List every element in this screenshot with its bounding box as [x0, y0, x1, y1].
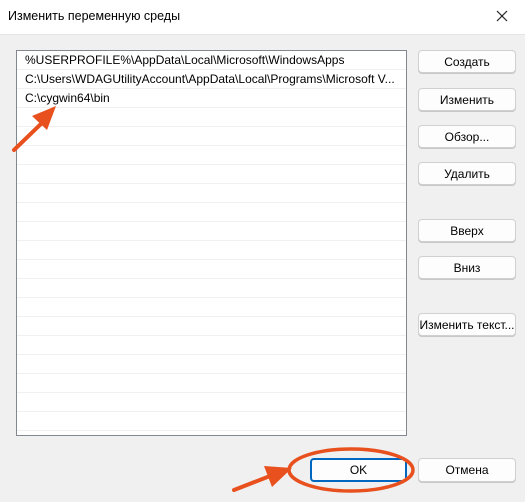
cancel-button[interactable]: Отмена [418, 458, 516, 482]
list-item-empty[interactable] [17, 127, 406, 146]
list-item-empty[interactable] [17, 203, 406, 222]
list-item-empty[interactable] [17, 298, 406, 317]
list-item-empty[interactable] [17, 374, 406, 393]
title-bar: Изменить переменную среды [0, 0, 525, 34]
list-item-empty[interactable] [17, 165, 406, 184]
list-item-empty[interactable] [17, 317, 406, 336]
list-item-empty[interactable] [17, 222, 406, 241]
delete-button[interactable]: Удалить [418, 162, 516, 185]
list-item[interactable]: C:\Users\WDAGUtilityAccount\AppData\Loca… [17, 70, 406, 89]
path-list-rows: %USERPROFILE%\AppData\Local\Microsoft\Wi… [17, 51, 406, 435]
list-item-empty[interactable] [17, 393, 406, 412]
edit-button[interactable]: Изменить [418, 88, 516, 111]
list-item[interactable]: C:\cygwin64\bin [17, 89, 406, 108]
list-item-empty[interactable] [17, 241, 406, 260]
list-item-empty[interactable] [17, 412, 406, 431]
window-title: Изменить переменную среды [8, 9, 181, 23]
move-down-button[interactable]: Вниз [418, 256, 516, 279]
browse-button[interactable]: Обзор... [418, 125, 516, 148]
move-up-button[interactable]: Вверх [418, 219, 516, 242]
list-item-empty[interactable] [17, 184, 406, 203]
path-list[interactable]: %USERPROFILE%\AppData\Local\Microsoft\Wi… [16, 50, 407, 436]
close-icon [496, 10, 508, 22]
list-item-empty[interactable] [17, 279, 406, 298]
list-item-empty[interactable] [17, 355, 406, 374]
list-item-empty[interactable] [17, 146, 406, 165]
ok-button[interactable]: OK [310, 458, 407, 482]
list-item[interactable]: %USERPROFILE%\AppData\Local\Microsoft\Wi… [17, 51, 406, 70]
list-item-empty[interactable] [17, 260, 406, 279]
edit-text-button[interactable]: Изменить текст... [418, 313, 516, 336]
list-item-empty[interactable] [17, 336, 406, 355]
list-item-empty[interactable] [17, 431, 406, 435]
list-item-empty[interactable] [17, 108, 406, 127]
create-button[interactable]: Создать [418, 50, 516, 73]
close-button[interactable] [479, 0, 525, 32]
